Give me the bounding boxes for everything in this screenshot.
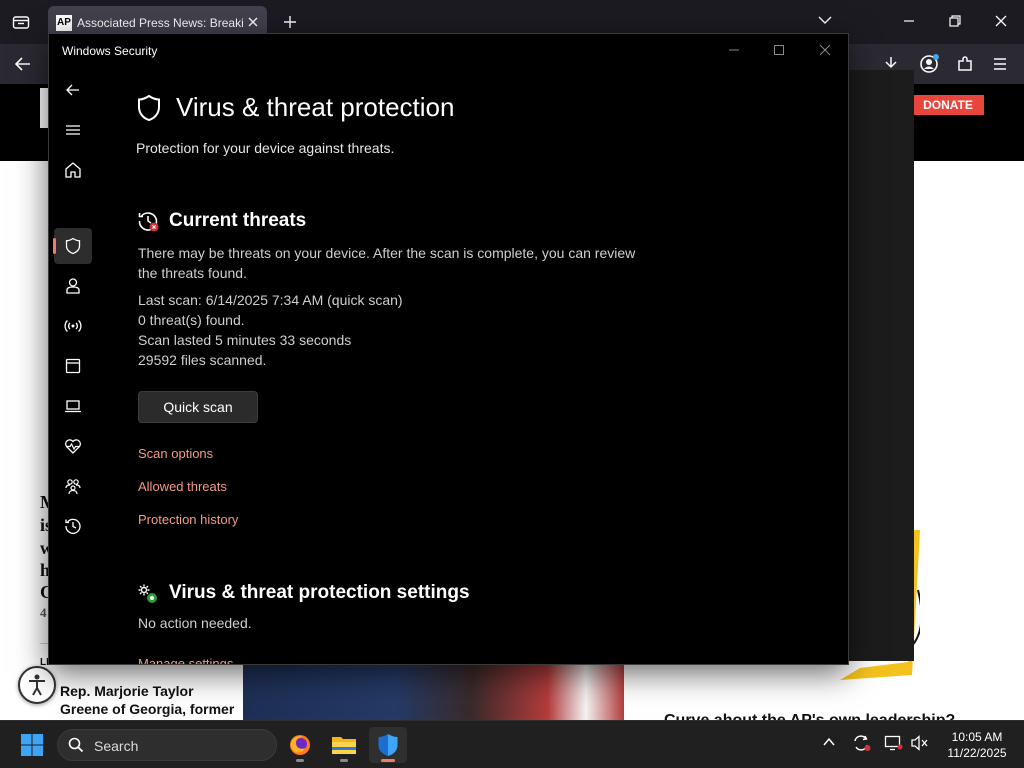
settings-status-text: No action needed. [138,615,252,631]
settings-gears-icon [137,583,159,605]
taskbar: Search 10:05 AM 11/22/2025 [0,720,1024,768]
quick-scan-button[interactable]: Quick scan [138,391,258,423]
network-icon[interactable] [54,308,92,344]
story-headline[interactable]: Rep. Marjorie Taylor Greene of Georgia, … [60,682,240,718]
page-title: Virus & threat protection [176,92,455,122]
browser-restore-icon[interactable] [948,14,962,28]
family-icon[interactable] [54,468,92,504]
account-icon[interactable] [919,54,939,74]
browser-minimize-icon[interactable] [902,14,916,28]
last-scan-text: Last scan: 6/14/2025 7:34 AM (quick scan… [138,292,403,308]
ap-logo [40,88,48,128]
running-indicator [340,759,348,762]
headline-fragment: 4 [40,605,47,620]
protection-history-link[interactable]: Protection history [138,512,238,527]
search-icon [68,737,84,753]
health-icon[interactable] [54,428,92,464]
start-button-windows-icon[interactable] [20,733,44,757]
tab-title: Associated Press News: Breaking [77,16,243,30]
shield-icon [136,94,162,122]
allowed-threats-link[interactable]: Allowed threats [138,479,227,494]
settings-gear-icon[interactable] [54,660,92,664]
donate-button[interactable]: DONATE [912,95,984,115]
volume-muted-icon[interactable] [910,734,930,752]
account-icon[interactable] [54,268,92,304]
browser-close-icon[interactable] [994,14,1008,28]
windows-security-icon[interactable] [369,727,407,763]
background-panel [849,70,914,661]
display-network-icon[interactable] [884,734,904,752]
running-indicator [296,759,304,762]
accessibility-button[interactable] [18,666,56,704]
threats-found-text: 0 threat(s) found. [138,312,245,328]
shield-icon[interactable] [54,228,92,264]
file-explorer-icon[interactable] [325,727,363,763]
threats-description: There may be threats on your device. Aft… [138,245,636,281]
new-tab-icon[interactable] [282,14,298,30]
tab-list-chevron-icon[interactable] [818,15,832,25]
current-threats-heading: Current threats [169,210,307,231]
navigation-rail [49,70,97,664]
extensions-icon[interactable] [956,55,974,73]
bottom-headline[interactable]: Curve ahout the AP's own leadership? ... [664,712,973,720]
scan-duration-text: Scan lasted 5 minutes 33 seconds [138,332,352,348]
clock-date[interactable]: 11/22/2025 [942,746,1012,760]
scan-options-link[interactable]: Scan options [138,446,213,461]
app-browser-icon[interactable] [54,348,92,384]
sync-alert-icon[interactable] [852,734,872,752]
chevron-up-icon[interactable] [822,735,836,749]
protection-settings-heading: Virus & threat protection settings [169,582,470,603]
accessibility-icon [29,674,45,696]
menu-icon[interactable] [992,56,1008,72]
files-scanned-text: 29592 files scanned. [138,352,267,368]
ap-favicon-icon: AP [56,15,72,31]
laptop-icon[interactable] [54,388,92,424]
taskbar-search-box[interactable]: Search [57,729,277,761]
back-arrow-icon[interactable] [54,72,92,108]
history-icon[interactable] [54,508,92,544]
tab-close-icon[interactable] [246,15,260,29]
firefox-icon[interactable] [281,727,319,763]
main-content: Virus & threat protection Protection for… [136,34,836,664]
search-placeholder: Search [94,738,139,754]
hamburger-menu-icon[interactable] [54,112,92,148]
windows-security-window: Windows Security Virus & threat protecti… [48,33,849,665]
active-nav-indicator [53,238,56,254]
news-photo[interactable] [243,664,624,720]
manage-settings-link[interactable]: Manage settings [138,656,233,664]
threat-history-icon [137,210,159,232]
tab-overview-icon[interactable] [12,14,30,30]
back-icon[interactable] [14,55,32,73]
clock-time[interactable]: 10:05 AM [942,730,1012,744]
home-icon[interactable] [54,152,92,188]
active-indicator [381,759,395,762]
page-subtitle: Protection for your device against threa… [136,140,395,156]
